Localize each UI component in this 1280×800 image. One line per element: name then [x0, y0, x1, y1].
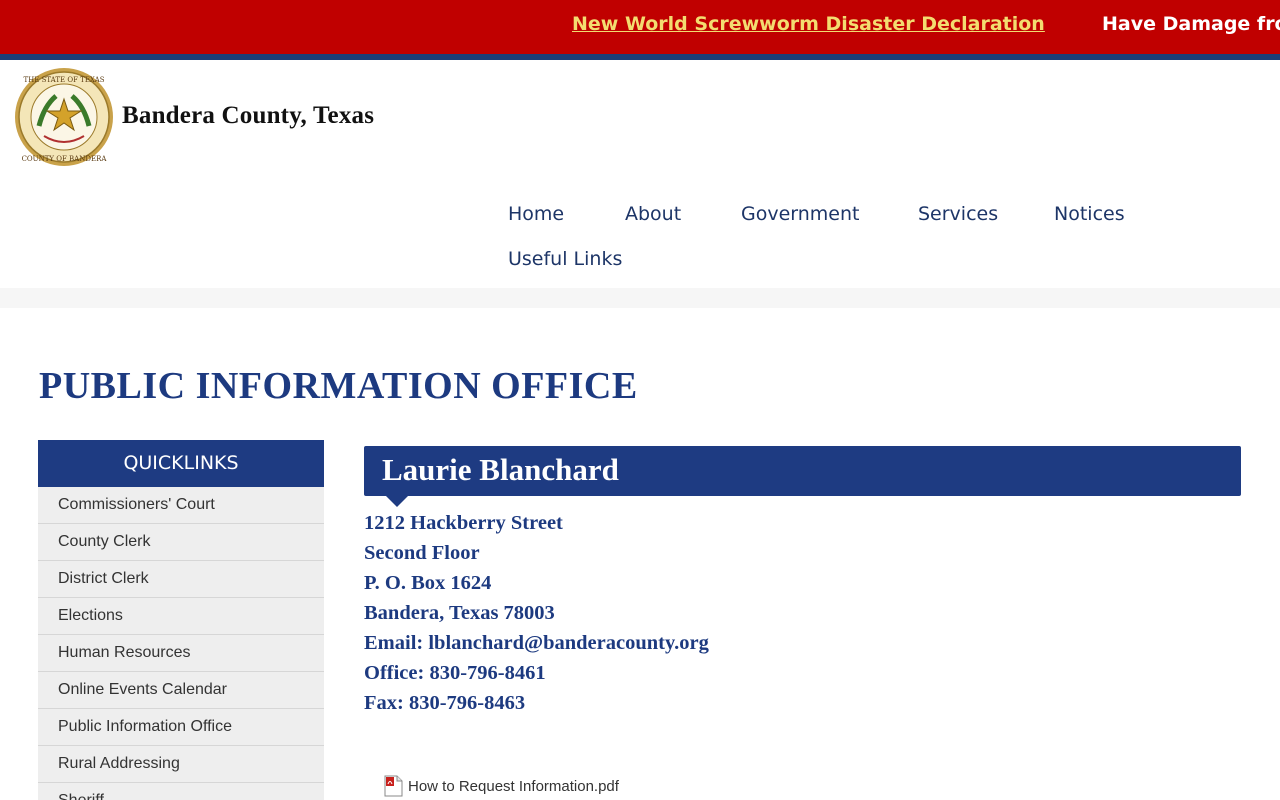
- quicklink-online-events-calendar[interactable]: Online Events Calendar: [38, 672, 324, 709]
- document-link-label: How to Request Information.pdf: [408, 777, 619, 795]
- site-header: THE STATE OF TEXAS COUNTY OF BANDERA Ban…: [0, 60, 1280, 288]
- nav-item-home[interactable]: Home: [508, 203, 564, 225]
- quicklink-commissioners-court[interactable]: Commissioners' Court: [38, 487, 324, 524]
- quicklink-elections[interactable]: Elections: [38, 598, 324, 635]
- contact-name-banner: Laurie Blanchard: [364, 446, 1241, 507]
- contact-office-phone: Office: 830-796-8461: [364, 662, 546, 684]
- quicklink-human-resources[interactable]: Human Resources: [38, 635, 324, 672]
- svg-text:COUNTY OF BANDERA: COUNTY OF BANDERA: [22, 155, 108, 163]
- header-divider: [0, 288, 1280, 308]
- pdf-icon: [384, 775, 403, 797]
- svg-text:THE STATE OF TEXAS: THE STATE OF TEXAS: [23, 76, 104, 84]
- contact-email-link[interactable]: lblanchard@banderacounty.org: [428, 632, 708, 654]
- contact-city: Bandera, Texas 78003: [364, 602, 555, 624]
- quicklinks-heading: QUICKLINKS: [38, 440, 324, 487]
- alert-scrolling-text: Have Damage fror: [1102, 13, 1280, 35]
- contact-name: Laurie Blanchard: [382, 452, 619, 487]
- contact-po-box: P. O. Box 1624: [364, 572, 492, 594]
- contact-fax: Fax: 830-796-8463: [364, 692, 526, 714]
- quicklink-rural-addressing[interactable]: Rural Addressing: [38, 746, 324, 783]
- nav-item-government[interactable]: Government: [741, 203, 860, 225]
- banner-caret-icon: [386, 496, 408, 507]
- alert-link-screwworm[interactable]: New World Screwworm Disaster Declaration: [572, 13, 1045, 35]
- site-title[interactable]: Bandera County, Texas: [122, 102, 374, 130]
- contact-email-label: Email:: [364, 632, 429, 654]
- page-title: PUBLIC INFORMATION OFFICE: [39, 365, 638, 407]
- quicklink-district-clerk[interactable]: District Clerk: [38, 561, 324, 598]
- quicklink-sheriff[interactable]: Sheriff: [38, 783, 324, 800]
- nav-item-services[interactable]: Services: [918, 203, 998, 225]
- contact-email-row: Email: lblanchard@banderacounty.org: [364, 628, 709, 658]
- document-link-request-information[interactable]: How to Request Information.pdf: [384, 775, 619, 797]
- nav-item-about[interactable]: About: [625, 203, 681, 225]
- alert-bar: New World Screwworm Disaster Declaration…: [0, 0, 1280, 54]
- quicklinks-sidebar: QUICKLINKS Commissioners' Court County C…: [38, 440, 324, 800]
- quicklink-county-clerk[interactable]: County Clerk: [38, 524, 324, 561]
- quicklink-public-information-office[interactable]: Public Information Office: [38, 709, 324, 746]
- nav-item-useful-links[interactable]: Useful Links: [508, 248, 622, 270]
- contact-details: 1212 Hackberry Street Second Floor P. O.…: [364, 508, 709, 718]
- contact-floor: Second Floor: [364, 542, 480, 564]
- nav-item-notices[interactable]: Notices: [1054, 203, 1125, 225]
- county-seal-icon[interactable]: THE STATE OF TEXAS COUNTY OF BANDERA: [14, 66, 114, 168]
- contact-street: 1212 Hackberry Street: [364, 512, 563, 534]
